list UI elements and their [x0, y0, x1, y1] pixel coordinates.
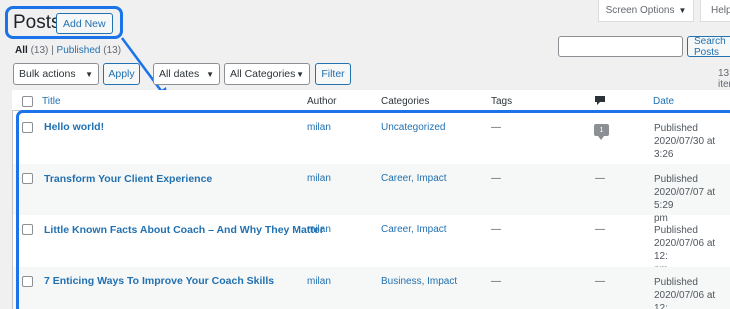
chevron-down-icon: ▼	[296, 69, 304, 79]
dates-value: All dates	[159, 68, 200, 80]
chevron-down-icon: ▼	[206, 69, 214, 79]
bulk-actions-value: Bulk actions	[19, 68, 76, 80]
view-all-link[interactable]: All	[15, 45, 28, 56]
view-published-link[interactable]: Published	[57, 45, 101, 56]
view-all-count: (13)	[30, 45, 49, 56]
items-count: 13 items	[718, 68, 730, 90]
bulk-actions-select[interactable]: Bulk actions ▼	[13, 63, 99, 85]
chevron-down-icon: ▼	[85, 69, 93, 79]
column-author-header: Author	[307, 96, 337, 107]
post-status-views: All (13) | Published (13)	[15, 45, 121, 56]
categories-select[interactable]: All Categories ▼	[224, 63, 310, 85]
filter-button[interactable]: Filter	[315, 63, 351, 85]
highlight-box-posts-list	[16, 110, 730, 309]
dates-select[interactable]: All dates ▼	[153, 63, 220, 85]
column-title-header[interactable]: Title	[42, 96, 61, 107]
view-published-count: (13)	[103, 45, 122, 56]
view-separator: |	[51, 45, 54, 56]
apply-button[interactable]: Apply	[103, 63, 140, 85]
column-date-header[interactable]: Date	[653, 96, 674, 107]
search-posts-button[interactable]: Search Posts	[687, 36, 730, 58]
search-input[interactable]	[558, 36, 683, 57]
categories-value: All Categories	[230, 68, 296, 80]
select-all-checkbox[interactable]	[22, 96, 33, 107]
table-header	[12, 90, 730, 111]
column-tags-header: Tags	[491, 96, 513, 107]
comments-icon	[595, 96, 605, 105]
column-categories-header: Categories	[381, 96, 430, 107]
